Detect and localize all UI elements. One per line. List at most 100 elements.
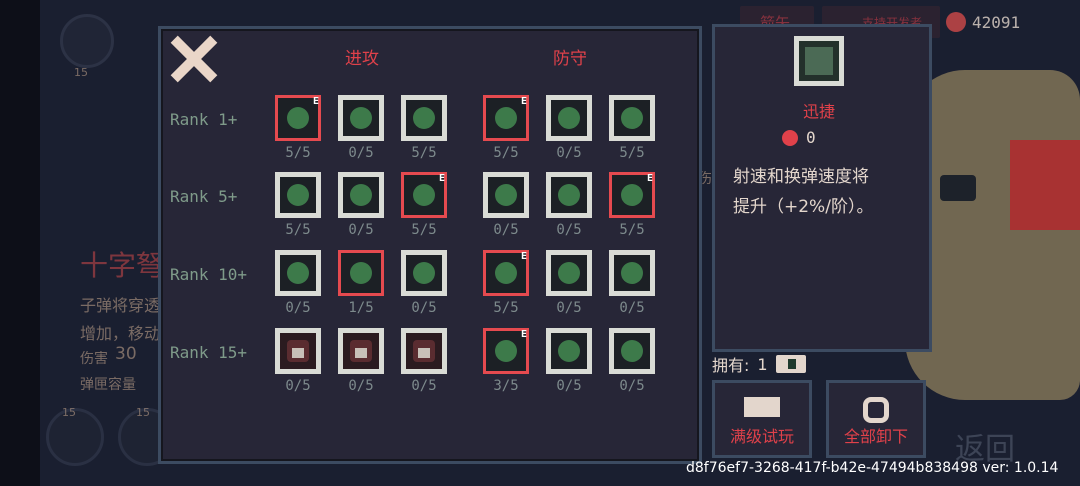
talent-level-count: 3/5 (493, 378, 519, 394)
talent-level-count: 0/5 (619, 378, 645, 394)
attack-column-title: 进攻 (345, 49, 379, 69)
talent-desc-line1: 射速和换弹速度将 (733, 167, 869, 187)
talent-level-count: 5/5 (493, 145, 519, 161)
octagon-shield-icon (495, 107, 517, 129)
talent-panel (158, 26, 702, 464)
damage-label: 伤害 (80, 351, 108, 367)
dash-stripes-icon (287, 107, 309, 129)
talent-level-count: 0/5 (285, 378, 311, 394)
currency-amount: 42091 (972, 12, 1021, 32)
ticket-icon (744, 397, 780, 417)
equipped-badge: E (520, 96, 527, 107)
equipped-badge: E (646, 173, 653, 184)
chevron-icon (558, 184, 580, 206)
talent-slot[interactable] (338, 328, 384, 374)
talent-slot[interactable] (609, 95, 655, 141)
talent-cost: 0 (782, 128, 816, 147)
talent-slot[interactable] (546, 172, 592, 218)
talent-slot[interactable]: E (401, 172, 447, 218)
lock-icon (418, 348, 430, 358)
talent-cost-value: 0 (806, 128, 816, 147)
potion-icon (287, 262, 309, 284)
talent-slot[interactable] (401, 328, 447, 374)
talent-slot[interactable] (338, 172, 384, 218)
talent-slot[interactable]: E (483, 250, 529, 296)
bg-slot-level: 15 (62, 406, 76, 419)
talent-slot[interactable] (338, 250, 384, 296)
talent-level-count: 0/5 (556, 222, 582, 238)
talent-slot[interactable] (609, 250, 655, 296)
unequip-all-button[interactable]: 全部卸下 (826, 380, 926, 458)
rank-label: Rank 5+ (170, 187, 238, 206)
unequip-icon (863, 397, 889, 423)
angel-icon (558, 340, 580, 362)
talent-slot[interactable] (401, 95, 447, 141)
wave-icon (413, 184, 435, 206)
left-edge-strip (0, 0, 40, 486)
talent-level-count: 1/5 (348, 300, 374, 316)
talent-level-count: 0/5 (348, 378, 374, 394)
talent-description: 射速和换弹速度将 提升（+2%/阶）。 (733, 162, 913, 222)
owned-tickets: 拥有: 1 (712, 352, 806, 376)
talent-slot[interactable]: E (275, 95, 321, 141)
snake-icon (558, 107, 580, 129)
talent-level-count: 0/5 (556, 145, 582, 161)
ticket-icon (775, 355, 806, 373)
cycle-icon (495, 184, 517, 206)
soul-coin-icon (782, 129, 798, 146)
rank-label: Rank 15+ (170, 343, 248, 362)
lock-icon (292, 348, 304, 358)
rune-icon (350, 262, 372, 284)
talent-level-count: 0/5 (411, 300, 437, 316)
holy-heart-icon (495, 340, 517, 362)
equipped-badge: E (312, 96, 319, 107)
talent-slot[interactable] (275, 172, 321, 218)
talent-slot[interactable] (275, 328, 321, 374)
close-icon[interactable] (170, 34, 218, 82)
talent-slot[interactable] (338, 95, 384, 141)
selected-talent-icon (794, 36, 844, 86)
talent-slot[interactable] (483, 172, 529, 218)
soul-coin-icon (946, 12, 966, 32)
talent-slot[interactable]: E (483, 328, 529, 374)
talent-level-count: 0/5 (348, 222, 374, 238)
max-level-trial-button[interactable]: 满级试玩 (712, 380, 812, 458)
talent-slot[interactable]: E (609, 172, 655, 218)
weapon-name: 十字弩 (80, 249, 165, 282)
rank-label: Rank 10+ (170, 265, 248, 284)
talent-level-count: 5/5 (619, 222, 645, 238)
talent-slot[interactable] (401, 250, 447, 296)
version-text: d8f76ef7-3268-417f-b42e-47494b838498 ver… (686, 460, 1059, 476)
damage-value: 30 (115, 344, 137, 364)
talent-level-count: 5/5 (285, 222, 311, 238)
max-level-trial-label: 满级试玩 (729, 427, 794, 446)
talent-level-count: 0/5 (285, 300, 311, 316)
bg-skill-slot (60, 14, 114, 68)
unequip-all-label: 全部卸下 (843, 427, 908, 446)
talent-slot[interactable] (275, 250, 321, 296)
down-arrow-orb-icon (495, 262, 517, 284)
weapon-desc-line2: 增加，移动 (80, 324, 161, 343)
sparkle-orb-icon (413, 262, 435, 284)
talent-level-count: 0/5 (493, 222, 519, 238)
talent-level-count: 0/5 (556, 378, 582, 394)
talent-level-count: 0/5 (348, 145, 374, 161)
talent-slot[interactable]: E (483, 95, 529, 141)
owned-label: 拥有: (712, 356, 750, 375)
talent-slot[interactable] (546, 95, 592, 141)
hearts-icon (558, 262, 580, 284)
shield-clock-icon (621, 107, 643, 129)
rank-label: Rank 1+ (170, 110, 238, 129)
swirl-icon (350, 107, 372, 129)
equipped-badge: E (520, 251, 527, 262)
talent-level-count: 5/5 (411, 222, 437, 238)
talent-slot[interactable] (546, 250, 592, 296)
weapon-desc-line1: 子弹将穿透 (80, 296, 161, 315)
talent-slot[interactable] (609, 328, 655, 374)
spread-arrows-icon (287, 184, 309, 206)
owned-value: 1 (757, 354, 768, 374)
talent-slot[interactable] (546, 328, 592, 374)
currency-display: 42091 (946, 6, 1020, 38)
equipped-badge: E (438, 173, 445, 184)
fist-icon (413, 107, 435, 129)
